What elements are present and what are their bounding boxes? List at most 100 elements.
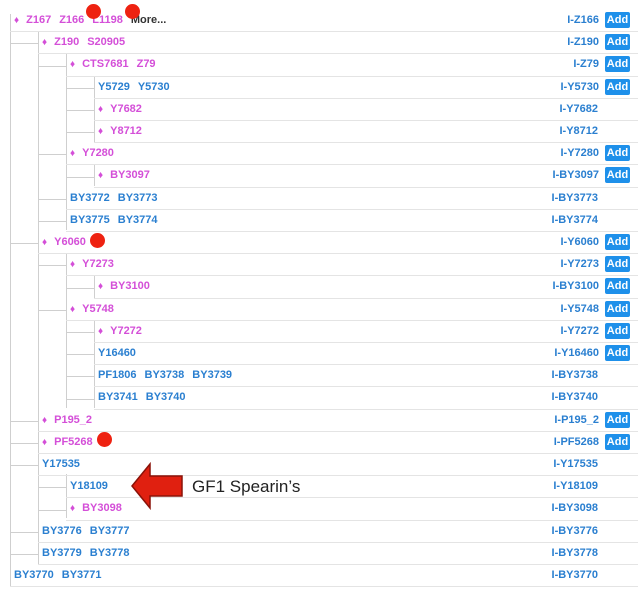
tree-node-row[interactable]: ♦ CTS7681 Z79 I-Z79 Add <box>66 54 638 77</box>
node-id[interactable]: I-Y7272 <box>560 325 599 337</box>
node-id[interactable]: I-BY3097 <box>553 169 599 181</box>
add-button[interactable]: Add <box>605 78 630 95</box>
add-button[interactable]: Add <box>605 34 630 51</box>
snp-name[interactable]: Y8712 <box>110 125 142 137</box>
add-button[interactable]: Add <box>605 234 630 250</box>
snp-name[interactable]: BY3740 <box>146 391 186 403</box>
tree-node-row[interactable]: ♦ Y8712 I-Y8712 <box>94 121 638 144</box>
tree-node-row[interactable]: ♦ Z167 Z166 L1198 More... I-Z166 Add <box>10 10 638 33</box>
add-button[interactable]: Add <box>605 300 630 317</box>
snp-name[interactable]: BY3776 <box>42 525 82 537</box>
node-id[interactable]: I-Y17535 <box>553 458 598 470</box>
node-id[interactable]: I-BY3774 <box>552 214 598 226</box>
node-id[interactable]: I-BY3778 <box>552 547 598 559</box>
add-button[interactable]: Add <box>605 278 630 295</box>
tree-node-row[interactable]: ♦ Y7280 I-Y7280 Add <box>66 143 638 166</box>
node-id[interactable]: I-Y5730 <box>560 81 599 93</box>
snp-name[interactable]: BY3739 <box>192 369 232 381</box>
snp-name[interactable]: BY3741 <box>98 391 138 403</box>
tree-node-row[interactable]: Y17535 I-Y17535 <box>38 454 638 477</box>
tree-node-row[interactable]: ♦ Y7682 I-Y7682 <box>94 99 638 121</box>
snp-name[interactable]: Z79 <box>137 58 156 70</box>
node-id[interactable]: I-Y7273 <box>560 258 599 270</box>
snp-name[interactable]: BY3773 <box>118 192 158 204</box>
tree-node-row[interactable]: ♦ Y7272 I-Y7272 Add <box>94 321 638 343</box>
snp-name[interactable]: PF5268 <box>54 436 93 448</box>
node-id[interactable]: I-BY3776 <box>552 525 598 537</box>
tree-node-row[interactable]: Y16460 I-Y16460 Add <box>94 343 638 366</box>
snp-name[interactable]: BY3779 <box>42 547 82 559</box>
snp-name[interactable]: Y17535 <box>42 458 80 470</box>
node-id[interactable]: I-Y6060 <box>560 236 599 248</box>
snp-name[interactable]: BY3774 <box>118 214 158 226</box>
snp-name[interactable]: Y6060 <box>54 236 86 248</box>
tree-node-row[interactable]: BY3770 BY3771 I-BY3770 <box>10 565 638 588</box>
tree-node-row[interactable]: ♦ P195_2 I-P195_2 Add <box>38 410 638 432</box>
snp-name[interactable]: Y18109 <box>70 480 108 492</box>
node-id[interactable]: I-Y16460 <box>554 347 599 359</box>
snp-name[interactable]: BY3771 <box>62 569 102 581</box>
snp-name[interactable]: BY3770 <box>14 569 54 581</box>
node-id[interactable]: I-Z190 <box>567 36 599 48</box>
node-id[interactable]: I-BY3740 <box>552 391 598 403</box>
node-id[interactable]: I-Z166 <box>567 14 599 26</box>
snp-name[interactable]: P195_2 <box>54 414 92 426</box>
snp-name[interactable]: S20905 <box>87 36 125 48</box>
snp-name[interactable]: Z190 <box>54 36 79 48</box>
snp-name[interactable]: Y7272 <box>110 325 142 337</box>
add-button[interactable]: Add <box>605 167 630 184</box>
snp-name[interactable]: BY3097 <box>110 169 150 181</box>
node-id[interactable]: I-BY3773 <box>552 192 598 204</box>
node-id[interactable]: I-Y5748 <box>560 303 599 315</box>
node-id[interactable]: I-BY3738 <box>552 369 598 381</box>
add-button[interactable]: Add <box>605 56 630 73</box>
snp-name[interactable]: Y5730 <box>138 81 170 93</box>
snp-name[interactable]: Z167 <box>26 14 51 26</box>
snp-name[interactable]: CTS7681 <box>82 58 128 70</box>
snp-name[interactable]: BY3778 <box>90 547 130 559</box>
add-button[interactable]: Add <box>605 322 630 339</box>
node-id[interactable]: I-PF5268 <box>554 436 599 448</box>
snp-name[interactable]: Y7280 <box>82 147 114 159</box>
tree-node-row[interactable]: ♦ Z190 S20905 I-Z190 Add <box>38 32 638 55</box>
snp-name[interactable]: Y16460 <box>98 347 136 359</box>
node-id[interactable]: I-Z79 <box>573 58 599 70</box>
node-id[interactable]: I-Y8712 <box>559 125 598 137</box>
snp-name[interactable]: BY3772 <box>70 192 110 204</box>
snp-name[interactable]: PF1806 <box>98 369 137 381</box>
snp-name[interactable]: Y7273 <box>82 258 114 270</box>
tree-node-row[interactable]: ♦ Y6060 I-Y6060 Add <box>38 232 638 255</box>
tree-node-row[interactable]: ♦ Y7273 I-Y7273 Add <box>66 254 638 277</box>
tree-node-row[interactable]: BY3779 BY3778 I-BY3778 <box>38 543 638 565</box>
tree-node-row[interactable]: BY3741 BY3740 I-BY3740 <box>94 387 638 410</box>
snp-name[interactable]: BY3777 <box>90 525 130 537</box>
node-id[interactable]: I-Y18109 <box>553 480 598 492</box>
tree-node-row[interactable]: ♦ BY3098 I-BY3098 <box>66 498 638 521</box>
node-id[interactable]: I-BY3098 <box>552 502 598 514</box>
node-id[interactable]: I-BY3100 <box>553 280 599 292</box>
snp-name[interactable]: Y7682 <box>110 103 142 115</box>
tree-node-row[interactable]: Y5729 Y5730 I-Y5730 Add <box>94 77 638 99</box>
snp-name[interactable]: Y5748 <box>82 303 114 315</box>
tree-node-row[interactable]: Y18109 I-Y18109 <box>66 476 638 499</box>
tree-node-row[interactable]: BY3775 BY3774 I-BY3774 <box>66 210 638 232</box>
tree-node-row[interactable]: ♦ BY3100 I-BY3100 Add <box>94 276 638 299</box>
add-button[interactable]: Add <box>605 145 630 162</box>
node-id[interactable]: I-P195_2 <box>554 414 599 426</box>
add-button[interactable]: Add <box>605 256 630 273</box>
snp-name[interactable]: BY3100 <box>110 280 150 292</box>
tree-node-row[interactable]: BY3776 BY3777 I-BY3776 <box>38 521 638 543</box>
snp-name[interactable]: Z166 <box>59 14 84 26</box>
snp-name[interactable]: BY3098 <box>82 502 122 514</box>
snp-name[interactable]: BY3738 <box>145 369 185 381</box>
tree-node-row[interactable]: PF1806 BY3738 BY3739 I-BY3738 <box>94 365 638 388</box>
tree-node-row[interactable]: ♦ Y5748 I-Y5748 Add <box>66 299 638 321</box>
add-button[interactable]: Add <box>605 411 630 428</box>
node-id[interactable]: I-BY3770 <box>552 569 598 581</box>
tree-node-row[interactable]: BY3772 BY3773 I-BY3773 <box>66 188 638 210</box>
tree-node-row[interactable]: ♦ BY3097 I-BY3097 Add <box>94 165 638 188</box>
snp-name[interactable]: Y5729 <box>98 81 130 93</box>
tree-node-row[interactable]: ♦ PF5268 I-PF5268 Add <box>38 432 638 454</box>
snp-name[interactable]: BY3775 <box>70 214 110 226</box>
add-button[interactable]: Add <box>605 12 630 28</box>
